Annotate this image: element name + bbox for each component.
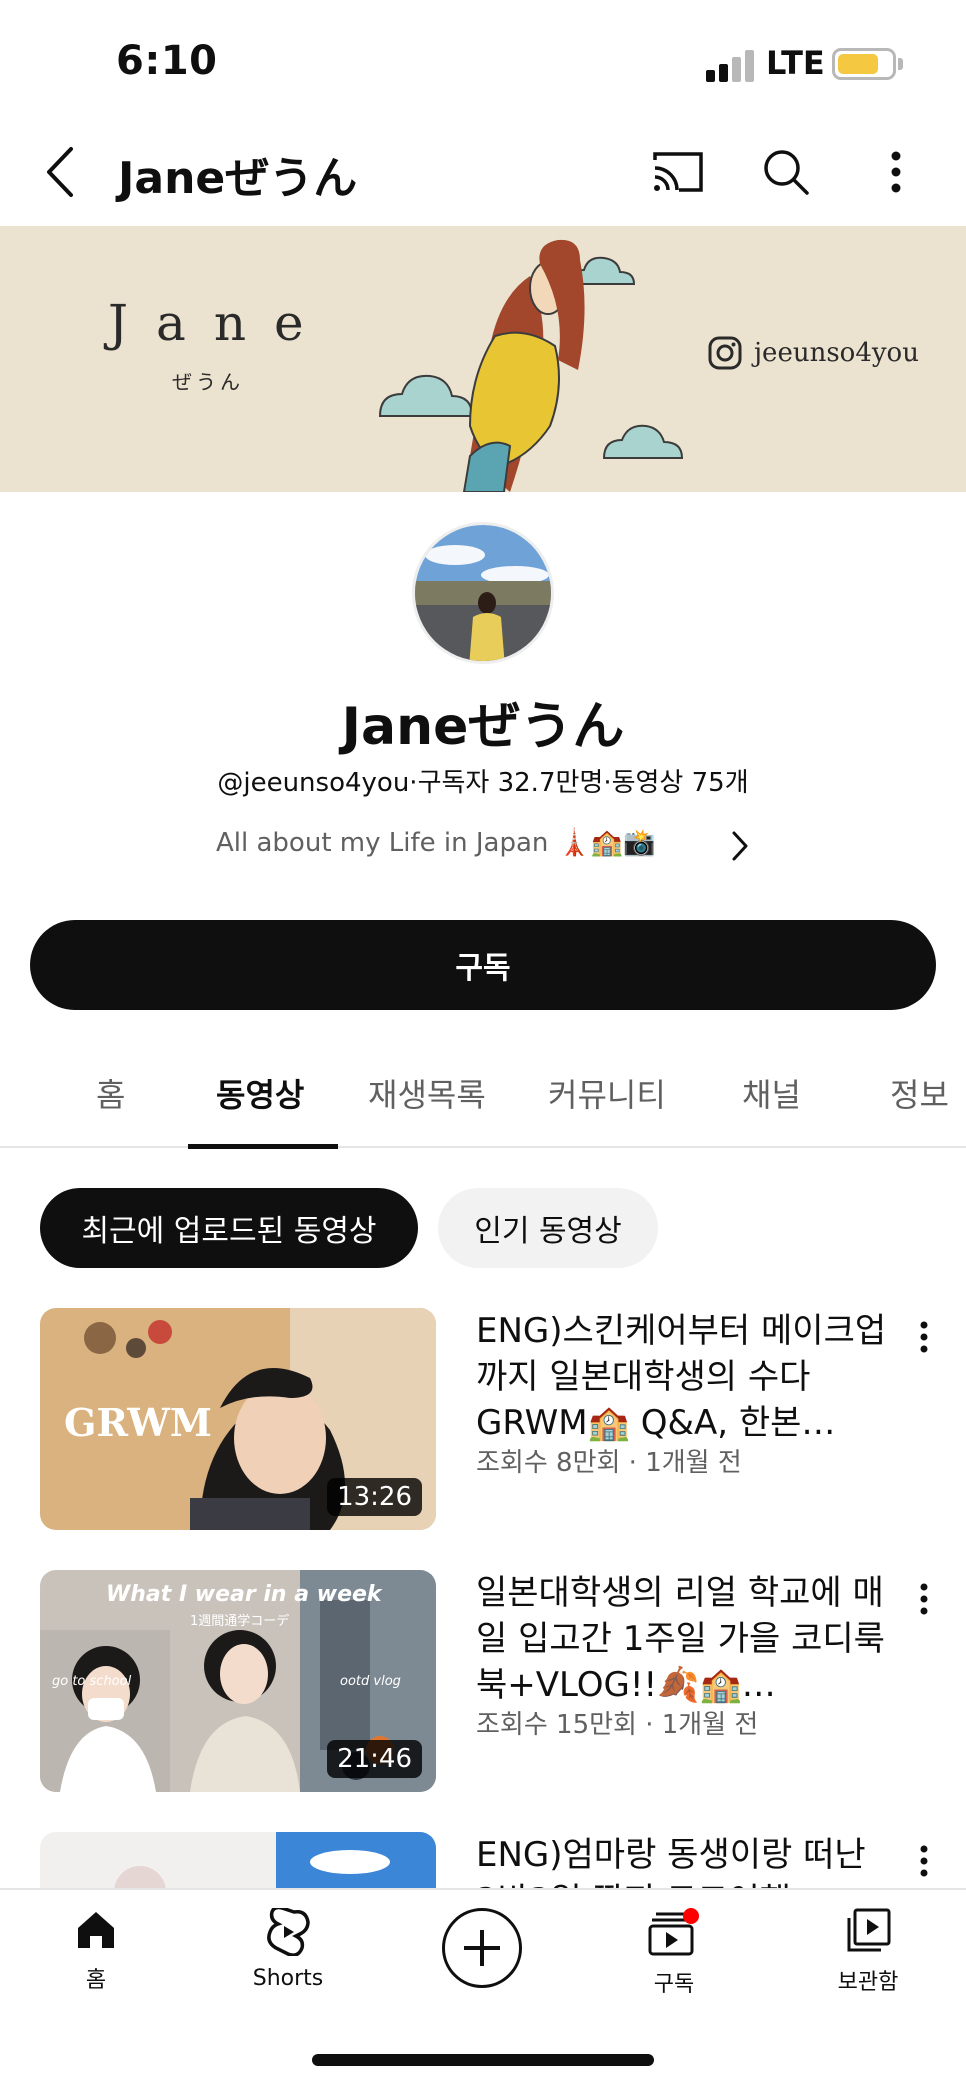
thumbnail-tag-left: go to school: [52, 1674, 132, 1689]
app-header: Janeぜうん: [0, 120, 966, 226]
nav-subscriptions-label: 구독: [653, 1972, 695, 1997]
nav-home[interactable]: 홈: [26, 1908, 166, 1994]
banner-name: Jane: [108, 294, 332, 352]
nav-shorts[interactable]: Shorts: [218, 1908, 358, 1991]
video-thumbnail[interactable]: What I wear in a week 1週間通学コーデ go to sch…: [40, 1570, 436, 1792]
create-button[interactable]: [442, 1908, 522, 1988]
banner-subtitle: ぜうん: [172, 370, 244, 394]
video-thumbnail[interactable]: GRWM 13:26: [40, 1308, 436, 1530]
avatar-image: [415, 525, 551, 661]
video-title[interactable]: 일본대학생의 리얼 학교에 매일 입고간 1주일 가을 코디룩북+VLOG!!🍂…: [476, 1570, 896, 1708]
create-icon: [464, 1930, 500, 1966]
tab-videos[interactable]: 동영상: [216, 1070, 304, 1116]
subscribe-button[interactable]: 구독: [30, 920, 936, 1010]
tab-channels[interactable]: 채널: [742, 1070, 801, 1116]
channel-avatar[interactable]: [412, 522, 554, 664]
library-icon: [847, 1908, 891, 1952]
video-duration: 21:46: [327, 1740, 422, 1778]
thumbnail-text: What I wear in a week: [106, 1582, 382, 1607]
tab-community[interactable]: 커뮤니티: [548, 1070, 666, 1116]
shorts-icon: [267, 1908, 310, 1956]
header-title: Janeぜうん: [118, 153, 358, 204]
channel-banner: Jane ぜうん jeeunso4you: [0, 226, 966, 492]
more-vertical-icon: [920, 1583, 928, 1615]
back-arrow-icon: [47, 147, 73, 197]
video-title[interactable]: ENG)스킨케어부터 메이크업까지 일본대학생의 수다 GRWM🏫 Q&A, 한…: [476, 1308, 896, 1446]
youtube-channel-page: 6:10 LTE Janeぜうん Jane ぜうん jeeunso4you Ja…: [0, 0, 966, 2091]
search-button[interactable]: [754, 140, 818, 204]
video-meta: 조회수 15만회 · 1개월 전: [476, 1710, 759, 1740]
status-bar: 6:10 LTE: [0, 0, 966, 120]
video-item[interactable]: What I wear in a week 1週間通学コーデ go to sch…: [0, 1570, 966, 1800]
channel-tabs: 홈 동영상 재생목록 커뮤니티 채널 정보: [0, 1040, 966, 1149]
video-item[interactable]: GRWM 13:26 ENG)스킨케어부터 메이크업까지 일본대학생의 수다 G…: [0, 1308, 966, 1538]
thumbnail-text: GRWM: [64, 1400, 212, 1445]
nav-subscriptions[interactable]: 구독: [604, 1908, 744, 1998]
channel-description-text: All about my Life in Japan: [216, 828, 549, 858]
banner-instagram-handle: jeeunso4you: [754, 338, 919, 368]
more-vertical-icon: [920, 1321, 928, 1353]
video-more-button[interactable]: [906, 1574, 942, 1624]
thumbnail-tag-right: ootd vlog: [340, 1674, 401, 1689]
channel-description-emoji: 🗼🏫📸: [558, 828, 656, 858]
description-expand-button[interactable]: [722, 826, 758, 866]
nav-shorts-label: Shorts: [252, 1966, 324, 1991]
back-button[interactable]: [30, 140, 90, 204]
home-indicator[interactable]: [312, 2054, 654, 2066]
nav-library[interactable]: 보관함: [798, 1908, 938, 1996]
battery-icon: [832, 48, 896, 80]
network-label: LTE: [766, 44, 825, 82]
home-icon: [78, 1912, 114, 1948]
video-more-button[interactable]: [906, 1836, 942, 1886]
tab-about[interactable]: 정보: [890, 1070, 949, 1116]
cast-icon: [653, 152, 703, 192]
more-options-button[interactable]: [864, 140, 928, 204]
more-vertical-icon: [920, 1845, 928, 1877]
battery-cap: [898, 58, 903, 70]
active-tab-indicator: [188, 1144, 338, 1149]
video-more-button[interactable]: [906, 1312, 942, 1362]
signal-icon: [706, 48, 758, 82]
chevron-right-icon: [732, 831, 748, 861]
video-meta: 조회수 8만회 · 1개월 전: [476, 1448, 742, 1478]
video-duration: 13:26: [327, 1478, 422, 1516]
tab-playlists[interactable]: 재생목록: [368, 1070, 486, 1116]
thumbnail-subtext: 1週間通学コーデ: [190, 1614, 290, 1629]
channel-meta: @jeeunso4you·구독자 32.7만명·동영상 75개: [217, 768, 749, 798]
tab-home[interactable]: 홈: [96, 1070, 125, 1116]
more-vertical-icon: [891, 151, 901, 193]
nav-library-label: 보관함: [837, 1970, 899, 1995]
subscriptions-icon: [648, 1908, 699, 1956]
search-icon: [764, 150, 809, 195]
instagram-icon: [708, 336, 742, 370]
nav-home-label: 홈: [85, 1968, 107, 1993]
chip-recent-videos[interactable]: 최근에 업로드된 동영상: [40, 1188, 418, 1268]
channel-name: Janeぜうん: [341, 697, 625, 757]
status-time: 6:10: [116, 38, 218, 84]
cast-button[interactable]: [646, 140, 710, 204]
chip-popular-videos[interactable]: 인기 동영상: [438, 1188, 658, 1268]
banner-instagram: jeeunso4you: [708, 336, 919, 370]
channel-description[interactable]: All about my Life in Japan 🗼🏫📸: [216, 828, 656, 858]
